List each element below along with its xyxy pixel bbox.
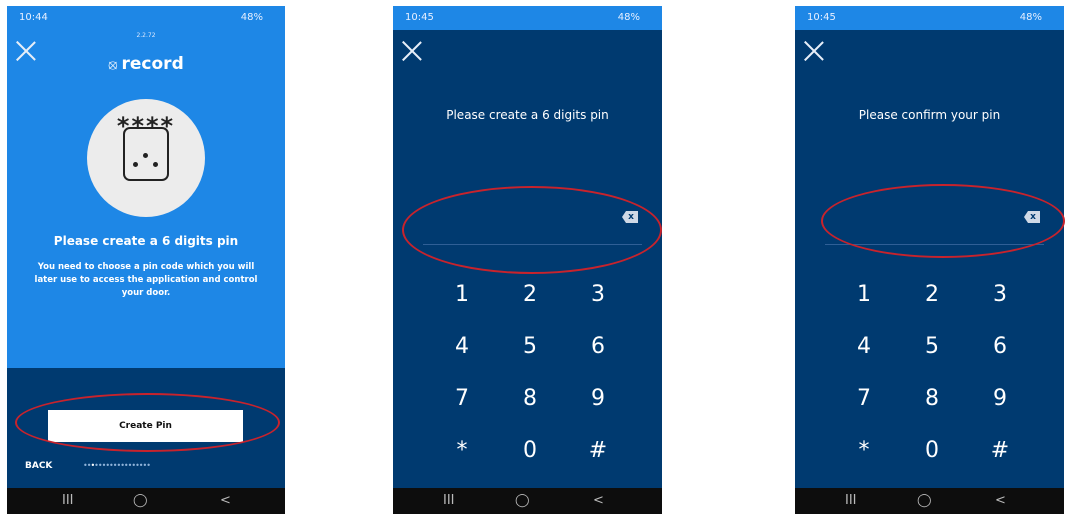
status-time: 10:45 — [807, 12, 836, 23]
key-hash[interactable]: # — [966, 424, 1034, 476]
logo-text: record — [121, 54, 184, 74]
home-icon[interactable]: ◯ — [133, 493, 148, 508]
progress-dots: •••••••••••••••••• — [83, 461, 151, 470]
recents-icon[interactable]: III — [845, 493, 857, 508]
key-4[interactable]: 4 — [428, 320, 496, 372]
status-bar: 10:44 48% — [7, 6, 285, 30]
phone-screen-welcome: 10:44 48% 2.2.72 ⦻ record **** Please cre… — [7, 6, 285, 514]
key-1[interactable]: 1 — [830, 268, 898, 320]
key-0[interactable]: 0 — [898, 424, 966, 476]
pin-prompt: Please confirm your pin — [858, 108, 1001, 122]
app-version: 2.2.72 — [136, 32, 156, 39]
key-8[interactable]: 8 — [898, 372, 966, 424]
page-description: You need to choose a pin code which you … — [34, 262, 258, 298]
pin-prompt: Please create a 6 digits pin — [446, 108, 609, 122]
close-icon[interactable] — [401, 40, 423, 62]
key-7[interactable]: 7 — [428, 372, 496, 424]
android-navbar: III ◯ < — [7, 488, 285, 514]
back-button[interactable]: BACK — [25, 461, 52, 471]
numeric-keypad: 1 2 3 4 5 6 7 8 9 * 0 # — [428, 268, 632, 476]
phone-screen-create-pin: 10:45 48% Please create a 6 digits pin x… — [393, 6, 662, 514]
android-navbar: III ◯ < — [795, 488, 1064, 514]
status-time: 10:45 — [405, 12, 434, 23]
record-logo-icon: ⦻ — [108, 57, 118, 73]
phone-screen-confirm-pin: 10:45 48% Please confirm your pin x 1 2 … — [795, 6, 1064, 514]
key-6[interactable]: 6 — [564, 320, 632, 372]
key-5[interactable]: 5 — [496, 320, 564, 372]
key-8[interactable]: 8 — [496, 372, 564, 424]
pinpad-stars: **** — [116, 112, 176, 140]
record-logo: ⦻ record — [7, 54, 285, 74]
key-1[interactable]: 1 — [428, 268, 496, 320]
bottom-panel: Create Pin BACK •••••••••••••••••• — [7, 368, 285, 488]
home-icon[interactable]: ◯ — [917, 493, 932, 508]
key-6[interactable]: 6 — [966, 320, 1034, 372]
back-nav-icon[interactable]: < — [995, 493, 1006, 508]
backspace-icon[interactable]: x — [622, 211, 638, 223]
progress-dot: • — [146, 461, 151, 470]
close-icon[interactable] — [803, 40, 825, 62]
android-navbar: III ◯ < — [393, 488, 662, 514]
back-nav-icon[interactable]: < — [593, 493, 604, 508]
pin-illustration: **** — [87, 99, 205, 217]
backspace-icon[interactable]: x — [1024, 211, 1040, 223]
key-9[interactable]: 9 — [966, 372, 1034, 424]
status-bar: 10:45 48% — [393, 6, 662, 30]
key-7[interactable]: 7 — [830, 372, 898, 424]
status-battery: 48% — [240, 12, 263, 23]
status-time: 10:44 — [19, 12, 48, 23]
status-battery: 48% — [1019, 12, 1042, 23]
key-hash[interactable]: # — [564, 424, 632, 476]
key-4[interactable]: 4 — [830, 320, 898, 372]
pin-input[interactable]: x — [423, 206, 642, 245]
key-3[interactable]: 3 — [966, 268, 1034, 320]
page-title: Please create a 6 digits pin — [53, 234, 239, 248]
pin-confirm-input[interactable]: x — [825, 206, 1044, 245]
status-bar: 10:45 48% — [795, 6, 1064, 30]
status-battery: 48% — [617, 12, 640, 23]
key-9[interactable]: 9 — [564, 372, 632, 424]
create-pin-button[interactable]: Create Pin — [48, 410, 243, 442]
key-star[interactable]: * — [428, 424, 496, 476]
key-3[interactable]: 3 — [564, 268, 632, 320]
home-icon[interactable]: ◯ — [515, 493, 530, 508]
back-nav-icon[interactable]: < — [220, 493, 231, 508]
key-2[interactable]: 2 — [898, 268, 966, 320]
key-0[interactable]: 0 — [496, 424, 564, 476]
key-5[interactable]: 5 — [898, 320, 966, 372]
key-2[interactable]: 2 — [496, 268, 564, 320]
numeric-keypad: 1 2 3 4 5 6 7 8 9 * 0 # — [830, 268, 1034, 476]
recents-icon[interactable]: III — [62, 493, 74, 508]
key-star[interactable]: * — [830, 424, 898, 476]
recents-icon[interactable]: III — [443, 493, 455, 508]
